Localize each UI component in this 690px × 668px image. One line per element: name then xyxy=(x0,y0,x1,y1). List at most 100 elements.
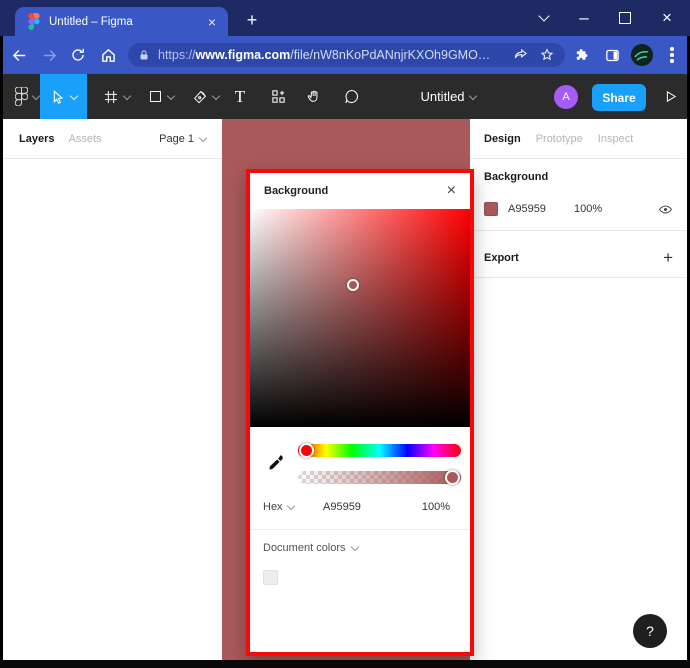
background-color-row: A95959 100% xyxy=(484,199,673,219)
close-window-button[interactable]: × xyxy=(652,4,682,32)
comment-tool-button[interactable] xyxy=(333,74,369,119)
share-button[interactable]: Share xyxy=(592,84,646,111)
background-opacity-value[interactable]: 100% xyxy=(574,203,602,215)
address-bar[interactable]: https://www.figma.com/file/nW8nKoPdANnjr… xyxy=(128,43,565,67)
pen-tool-button[interactable] xyxy=(184,74,227,119)
browser-menu-button[interactable] xyxy=(661,44,683,66)
chevron-down-icon xyxy=(468,91,476,99)
hue-slider-handle[interactable] xyxy=(299,443,314,458)
background-visibility-toggle[interactable] xyxy=(658,202,673,217)
add-export-button[interactable]: + xyxy=(663,248,673,268)
puzzle-icon xyxy=(574,47,591,64)
opacity-slider-handle[interactable] xyxy=(445,470,460,485)
hex-value-input[interactable]: A95959 xyxy=(323,501,361,513)
url-text: https://www.figma.com/file/nW8nKoPdANnjr… xyxy=(158,48,509,62)
chevron-down-icon xyxy=(212,91,220,99)
profile-avatar-image xyxy=(631,44,653,66)
saturation-value-area[interactable] xyxy=(250,209,470,427)
url-scheme: https:// xyxy=(158,48,196,62)
home-button[interactable] xyxy=(98,45,118,65)
maximize-icon xyxy=(619,12,631,24)
browser-titlebar: Untitled – Figma × + – × xyxy=(0,0,690,36)
cursor-icon xyxy=(50,89,66,105)
color-picker-close-button[interactable]: × xyxy=(447,183,456,199)
back-arrow-icon xyxy=(11,47,28,64)
color-format-label: Hex xyxy=(263,501,283,513)
forward-button[interactable] xyxy=(39,45,59,65)
back-button[interactable] xyxy=(9,45,29,65)
shape-tool-button[interactable] xyxy=(139,74,182,119)
reload-icon xyxy=(70,47,86,63)
share-page-button[interactable] xyxy=(513,47,529,63)
chevron-down-icon xyxy=(350,543,358,551)
reload-button[interactable] xyxy=(68,45,88,65)
side-panel-icon xyxy=(604,47,621,64)
hue-slider[interactable] xyxy=(298,444,461,457)
window-bottom-edge xyxy=(0,660,690,668)
chevron-down-icon xyxy=(123,91,131,99)
tab-close-button[interactable]: × xyxy=(204,14,220,30)
browser-tab[interactable]: Untitled – Figma × xyxy=(15,7,228,36)
properties-panel-tabs: Design Prototype Inspect xyxy=(470,119,687,159)
url-host: www.figma.com xyxy=(196,48,291,62)
chevron-down-icon xyxy=(70,91,78,99)
component-tool-button[interactable] xyxy=(260,74,296,119)
opacity-value-input[interactable]: 100% xyxy=(422,501,450,513)
move-tool-button[interactable] xyxy=(40,74,87,119)
new-tab-button[interactable]: + xyxy=(239,8,265,34)
tab-assets[interactable]: Assets xyxy=(68,133,101,145)
color-picker-dialog: Background × Hex A95959 100% Document co… xyxy=(250,173,470,652)
home-icon xyxy=(100,47,117,64)
frame-icon xyxy=(103,89,119,105)
tab-search-button[interactable] xyxy=(529,4,559,32)
chevron-down-icon xyxy=(538,10,549,21)
profile-avatar[interactable] xyxy=(630,43,654,67)
rectangle-icon xyxy=(148,89,163,104)
extensions-button[interactable] xyxy=(571,44,593,66)
chevron-down-icon xyxy=(286,502,294,510)
color-picker-title: Background xyxy=(264,185,328,197)
layers-panel: Layers Assets Page 1 xyxy=(3,119,222,660)
pen-icon xyxy=(192,89,208,105)
tab-prototype[interactable]: Prototype xyxy=(536,133,583,145)
eyedropper-button[interactable] xyxy=(266,453,288,475)
tab-inspect[interactable]: Inspect xyxy=(598,133,633,145)
figma-logo-icon xyxy=(15,87,28,106)
file-title-menu[interactable]: Untitled xyxy=(403,74,493,119)
frame-tool-button[interactable] xyxy=(95,74,138,119)
page-selector[interactable]: Page 1 xyxy=(159,133,206,145)
collaborator-avatar[interactable]: A xyxy=(554,85,578,109)
help-button-label: ? xyxy=(646,623,654,639)
help-button[interactable]: ? xyxy=(633,614,667,648)
divider xyxy=(470,277,687,278)
annotation-highlight-box: Background × Hex A95959 100% Document co… xyxy=(246,169,474,656)
document-color-swatch[interactable] xyxy=(263,570,278,585)
divider xyxy=(470,230,687,231)
background-color-swatch[interactable] xyxy=(484,202,498,216)
maximize-button[interactable] xyxy=(610,4,640,32)
tab-layers[interactable]: Layers xyxy=(19,133,54,145)
divider xyxy=(250,529,470,530)
document-colors-toggle[interactable]: Document colors xyxy=(263,542,358,554)
color-format-selector[interactable]: Hex xyxy=(263,501,294,513)
side-panel-button[interactable] xyxy=(601,44,623,66)
present-button[interactable] xyxy=(656,74,684,119)
chevron-down-icon xyxy=(32,91,40,99)
color-selection-handle[interactable] xyxy=(347,279,359,291)
tab-design[interactable]: Design xyxy=(484,133,521,145)
layers-panel-header: Layers Assets Page 1 xyxy=(3,119,222,159)
eyedropper-icon xyxy=(266,453,286,473)
figma-favicon-icon xyxy=(28,13,41,31)
tab-title: Untitled – Figma xyxy=(49,16,204,28)
url-path: /file/nW8nKoPdANnjrKXOh9GMO… xyxy=(290,48,490,62)
text-tool-button[interactable]: T xyxy=(226,74,254,119)
opacity-slider[interactable] xyxy=(298,471,461,484)
hand-tool-button[interactable] xyxy=(298,74,330,119)
chevron-down-icon xyxy=(166,91,174,99)
text-tool-icon: T xyxy=(235,87,245,107)
export-section-title: Export xyxy=(484,252,519,264)
app-window: Untitled – Figma × + – × https://www.fig… xyxy=(0,0,690,668)
background-hex-value[interactable]: A95959 xyxy=(508,203,574,215)
minimize-button[interactable]: – xyxy=(569,4,599,32)
bookmark-button[interactable] xyxy=(539,47,555,63)
